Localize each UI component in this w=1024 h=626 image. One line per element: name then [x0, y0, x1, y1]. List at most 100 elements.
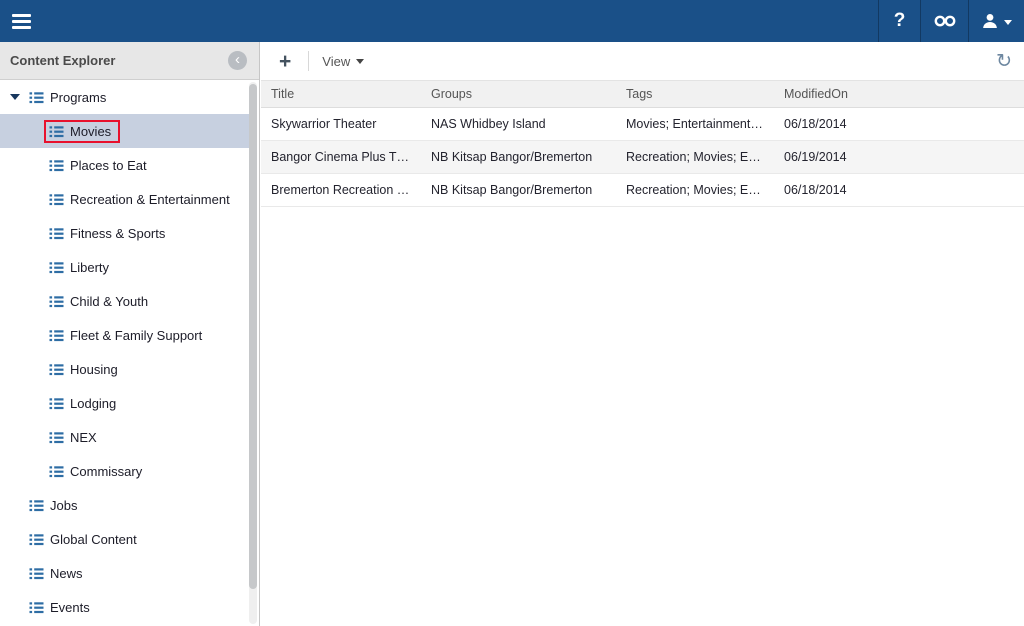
view-dropdown-label: View — [322, 54, 350, 69]
cell-modifiedon: 06/18/2014 — [774, 183, 1024, 197]
sidebar-scrollbar-thumb[interactable] — [249, 84, 257, 589]
tree-item-nex[interactable]: NEX — [0, 420, 249, 454]
table-row[interactable]: Bremerton Recreation Ce...NB Kitsap Bang… — [261, 174, 1024, 207]
table-row[interactable]: Skywarrior TheaterNAS Whidbey IslandMovi… — [261, 108, 1024, 141]
cell-modifiedon: 06/19/2014 — [774, 150, 1024, 164]
help-icon: ? — [894, 10, 906, 32]
caret-down-icon — [356, 59, 364, 64]
list-icon — [49, 294, 64, 309]
tree-item-box: Recreation & Entertainment — [44, 188, 239, 211]
tree-item-label: Fitness & Sports — [70, 226, 165, 241]
top-bar: ? — [0, 0, 1024, 42]
list-icon — [49, 260, 64, 275]
tree-item-label: Jobs — [50, 498, 77, 513]
tree-item-label: Places to Eat — [70, 158, 147, 173]
refresh-button[interactable]: ↻ — [996, 42, 1012, 80]
tree-item-news[interactable]: News — [0, 556, 249, 590]
tree-item-box: Global Content — [24, 528, 146, 551]
list-icon — [49, 362, 64, 377]
list-icon — [29, 532, 44, 547]
tree-item-box: Lodging — [44, 392, 125, 415]
tree-item-places-to-eat[interactable]: Places to Eat — [0, 148, 249, 182]
view-dropdown[interactable]: View — [322, 54, 364, 69]
tree-item-box: Fleet & Family Support — [44, 324, 211, 347]
sidebar-collapse-button[interactable]: ‹ — [228, 51, 247, 70]
cell-title: Bangor Cinema Plus Thea... — [261, 150, 421, 164]
tree-item-label: Liberty — [70, 260, 109, 275]
user-icon — [981, 12, 999, 30]
list-icon — [49, 158, 64, 173]
sidebar-title: Content Explorer — [10, 53, 115, 68]
list-toolbar: + View ↻ — [261, 42, 1024, 80]
table-row[interactable]: Bangor Cinema Plus Thea...NB Kitsap Bang… — [261, 141, 1024, 174]
cell-groups: NB Kitsap Bangor/Bremerton — [421, 183, 616, 197]
tree-item-box: Child & Youth — [44, 290, 157, 313]
chevron-down-icon — [1004, 20, 1012, 25]
tree-item-box: Places to Eat — [44, 154, 156, 177]
cell-modifiedon: 06/18/2014 — [774, 117, 1024, 131]
list-icon — [49, 396, 64, 411]
cell-title: Skywarrior Theater — [261, 117, 421, 131]
tree-item-box: News — [24, 562, 92, 585]
column-header-groups[interactable]: Groups — [421, 87, 616, 101]
tree-item-label: Housing — [70, 362, 118, 377]
tree-item-global-content[interactable]: Global Content — [0, 522, 249, 556]
tree-item-box: Programs — [24, 86, 115, 109]
topbar-actions: ? — [878, 0, 1024, 42]
tree-item-programs[interactable]: Programs — [0, 80, 249, 114]
column-header-tags[interactable]: Tags — [616, 87, 774, 101]
table-header-row: TitleGroupsTagsModifiedOn — [261, 80, 1024, 108]
cell-groups: NB Kitsap Bangor/Bremerton — [421, 150, 616, 164]
tree-item-label: NEX — [70, 430, 97, 445]
tree-item-box: Movies — [44, 120, 120, 143]
list-icon — [29, 90, 44, 105]
tree-item-label: Global Content — [50, 532, 137, 547]
chevron-left-icon: ‹ — [235, 52, 240, 67]
tree-item-liberty[interactable]: Liberty — [0, 250, 249, 284]
sidebar-scrollbar[interactable] — [249, 82, 257, 624]
hamburger-menu-icon[interactable] — [0, 0, 44, 42]
add-button[interactable]: + — [275, 51, 295, 72]
column-header-title[interactable]: Title — [261, 87, 421, 101]
cell-tags: Recreation; Movies; Enter... — [616, 183, 774, 197]
binoculars-button[interactable] — [920, 0, 968, 42]
tree-item-box: Liberty — [44, 256, 118, 279]
list-icon — [29, 600, 44, 615]
tree-item-label: Lodging — [70, 396, 116, 411]
tree-item-label: Events — [50, 600, 90, 615]
tree-item-housing[interactable]: Housing — [0, 352, 249, 386]
tree-item-label: Fleet & Family Support — [70, 328, 202, 343]
tree-item-box: Fitness & Sports — [44, 222, 174, 245]
help-button[interactable]: ? — [878, 0, 920, 42]
tree-item-commissary[interactable]: Commissary — [0, 454, 249, 488]
tree-item-label: Movies — [70, 124, 111, 139]
list-icon — [49, 192, 64, 207]
tree-item-recreation-entertainment[interactable]: Recreation & Entertainment — [0, 182, 249, 216]
tree-item-label: Child & Youth — [70, 294, 148, 309]
tree-item-label: Recreation & Entertainment — [70, 192, 230, 207]
main-content: + View ↻ TitleGroupsTagsModifiedOn Skywa… — [261, 42, 1024, 626]
list-icon — [49, 226, 64, 241]
tree-item-lodging[interactable]: Lodging — [0, 386, 249, 420]
tree-item-fleet-family-support[interactable]: Fleet & Family Support — [0, 318, 249, 352]
refresh-icon: ↻ — [996, 50, 1012, 72]
tree-item-box: Jobs — [24, 494, 86, 517]
tree-item-events[interactable]: Events — [0, 590, 249, 624]
tree-item-jobs[interactable]: Jobs — [0, 488, 249, 522]
list-icon — [49, 328, 64, 343]
caret-down-icon[interactable] — [6, 94, 24, 100]
content-explorer-sidebar: Content Explorer ‹ Programs Movies Places … — [0, 42, 260, 626]
tree-item-box: NEX — [44, 426, 106, 449]
list-icon — [29, 498, 44, 513]
toolbar-divider — [308, 51, 309, 71]
tree-item-movies[interactable]: Movies — [0, 114, 249, 148]
user-menu-button[interactable] — [968, 0, 1024, 42]
cell-title: Bremerton Recreation Ce... — [261, 183, 421, 197]
column-header-modifiedon[interactable]: ModifiedOn — [774, 87, 1024, 101]
tree-item-fitness-sports[interactable]: Fitness & Sports — [0, 216, 249, 250]
tree-item-child-youth[interactable]: Child & Youth — [0, 284, 249, 318]
tree-item-box: Housing — [44, 358, 127, 381]
tree-item-label: Programs — [50, 90, 106, 105]
list-icon — [49, 430, 64, 445]
table-body: Skywarrior TheaterNAS Whidbey IslandMovi… — [261, 108, 1024, 207]
